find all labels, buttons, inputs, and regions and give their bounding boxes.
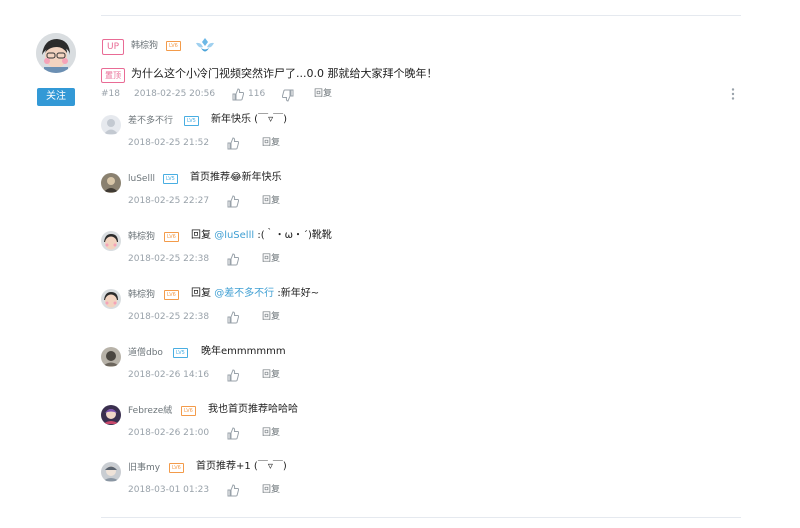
reply-author[interactable]: 差不多不行 xyxy=(128,115,173,127)
like-icon[interactable] xyxy=(227,251,240,266)
reply-author[interactable]: 旧事my xyxy=(128,462,160,474)
mention-link[interactable]: @luSelll xyxy=(214,230,254,241)
reply-button[interactable]: 回复 xyxy=(262,369,280,381)
reply-button[interactable]: 回复 xyxy=(262,253,280,265)
dislike-icon[interactable] xyxy=(281,87,294,102)
like-icon[interactable] xyxy=(227,367,240,382)
reply-button[interactable]: 回复 xyxy=(262,427,280,439)
like-icon[interactable] xyxy=(227,425,240,440)
level-badge: LV5 xyxy=(163,174,178,184)
reply-time: 2018-02-25 22:38 xyxy=(128,254,210,264)
reply-avatar[interactable] xyxy=(101,173,121,193)
level-badge: LV6 xyxy=(181,406,196,416)
reply-author[interactable]: luSelll xyxy=(128,173,155,185)
medal-icon xyxy=(193,36,217,56)
level-badge: LV6 xyxy=(164,290,179,300)
comment-text: 为什么这个小冷门视频突然诈尸了...0.0 那就给大家拜个晚年！ xyxy=(131,67,438,80)
up-badge: UP xyxy=(102,39,125,55)
more-options-icon[interactable] xyxy=(729,86,737,100)
level-badge: LV5 xyxy=(173,348,188,358)
reply-author[interactable]: 韩棕狗 xyxy=(128,289,155,301)
top-divider xyxy=(101,15,741,16)
avatar[interactable] xyxy=(36,33,76,73)
level-badge: LV6 xyxy=(166,41,181,51)
reply-avatar[interactable] xyxy=(101,115,121,135)
mention-link[interactable]: @差不多不行 xyxy=(214,288,274,299)
reply-time: 2018-02-25 22:27 xyxy=(128,196,210,206)
like-icon[interactable] xyxy=(227,135,240,150)
floor-number: #18 xyxy=(101,89,120,99)
like-icon[interactable] xyxy=(227,309,240,324)
avatar-image xyxy=(36,33,76,73)
reply-text: 晚年emmmmmm xyxy=(201,346,286,357)
reply-time: 2018-02-25 22:38 xyxy=(128,312,210,322)
reply-avatar[interactable] xyxy=(101,289,121,309)
reply-avatar[interactable] xyxy=(101,462,121,482)
comment-time: 2018-02-25 20:56 xyxy=(134,89,216,99)
reply-time: 2018-02-25 21:52 xyxy=(128,138,210,148)
reply-time: 2018-03-01 01:23 xyxy=(128,485,210,495)
reply-avatar[interactable] xyxy=(101,405,121,425)
reply-button[interactable]: 回复 xyxy=(314,88,332,100)
like-icon[interactable] xyxy=(227,482,240,497)
reply-text: 新年快乐 (￣▿￣) xyxy=(211,114,288,125)
like-count: 116 xyxy=(248,89,266,99)
reply-button[interactable]: 回复 xyxy=(262,195,280,207)
reply-button[interactable]: 回复 xyxy=(262,311,280,323)
reply-text: 首页推荐+1 (￣▿￣) xyxy=(196,461,287,472)
reply-author[interactable]: 道僧dbo xyxy=(128,347,163,359)
level-badge: LV6 xyxy=(164,232,179,242)
like-icon[interactable] xyxy=(232,86,245,101)
reply-avatar[interactable] xyxy=(101,231,121,251)
like-icon[interactable] xyxy=(227,193,240,208)
follow-button[interactable]: 关注 xyxy=(37,88,75,106)
reply-time: 2018-02-26 21:00 xyxy=(128,428,210,438)
level-badge: LV6 xyxy=(169,463,184,473)
reply-author[interactable]: Febreze絨 xyxy=(128,405,172,417)
reply-text: 回复 @差不多不行 :新年好~ xyxy=(191,288,320,299)
pinned-badge: 置顶 xyxy=(101,68,125,83)
bottom-divider xyxy=(101,517,741,518)
reply-text: 首页推荐😂新年快乐 xyxy=(190,172,282,183)
reply-time: 2018-02-26 14:16 xyxy=(128,370,210,380)
reply-avatar[interactable] xyxy=(101,347,121,367)
reply-text: 我也首页推荐哈哈哈 xyxy=(208,404,298,415)
reply-button[interactable]: 回复 xyxy=(262,484,280,496)
reply-text: 回复 @luSelll :(｀・ω・´)靴靴 xyxy=(191,230,332,241)
author-name[interactable]: 韩棕狗 xyxy=(131,40,158,52)
reply-button[interactable]: 回复 xyxy=(262,137,280,149)
reply-author[interactable]: 韩棕狗 xyxy=(128,231,155,243)
level-badge: LV5 xyxy=(184,116,199,126)
